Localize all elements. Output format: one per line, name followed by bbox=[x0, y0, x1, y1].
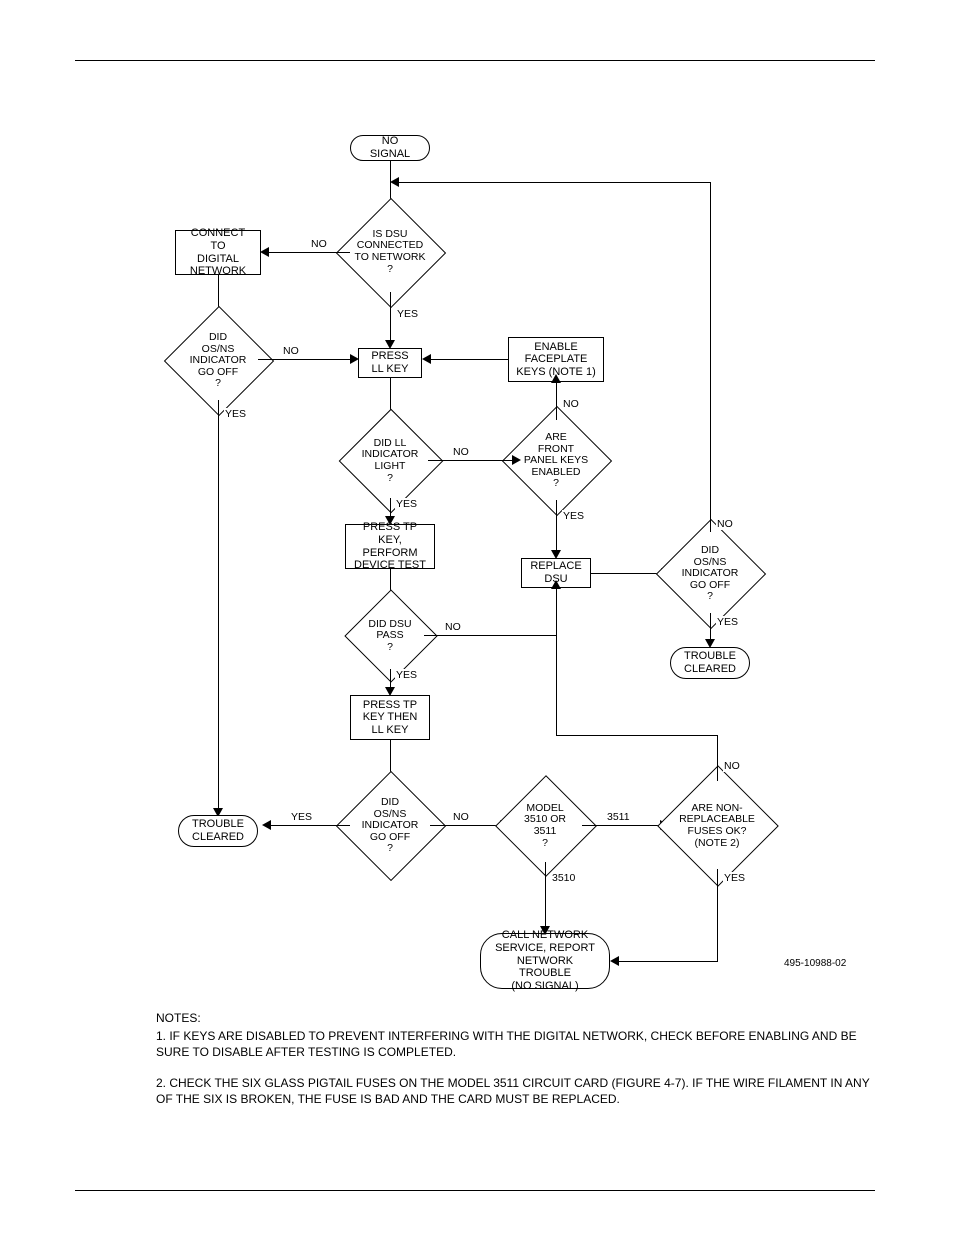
terminal-trouble-cleared-2: TROUBLE CLEARED bbox=[670, 647, 750, 679]
edge-no-lllight: NO bbox=[452, 446, 470, 458]
edge-yes-osns2: YES bbox=[716, 616, 739, 628]
note-2: 2. CHECK THE SIX GLASS PIGTAIL FUSES ON … bbox=[156, 1075, 876, 1107]
terminal-trouble-cleared-1: TROUBLE CLEARED bbox=[178, 815, 258, 847]
flowchart-page: NO SIGNAL IS DSU CONNECTED TO NETWORK ? … bbox=[0, 0, 954, 1235]
edge-no-osns1: NO bbox=[282, 345, 300, 357]
edge-yes-lllight: YES bbox=[395, 498, 418, 510]
edge-3511: 3511 bbox=[606, 811, 631, 823]
terminal-start: NO SIGNAL bbox=[350, 135, 430, 161]
edge-3510: 3510 bbox=[551, 872, 576, 884]
terminal-call-network: CALL NETWORK SERVICE, REPORT NETWORK TRO… bbox=[480, 933, 610, 989]
edge-yes-fuses: YES bbox=[723, 872, 746, 884]
edge-no-keysenab: NO bbox=[562, 398, 580, 410]
decision-keys-enabled-text: ARE FRONT PANEL KEYS ENABLED ? bbox=[506, 428, 606, 494]
decision-osns-2-text: DID OS/NS INDICATOR GO OFF ? bbox=[660, 541, 760, 607]
decision-dsu-pass-text: DID DSU PASS ? bbox=[348, 613, 432, 659]
process-tp-then-ll: PRESS TP KEY THEN LL KEY bbox=[350, 695, 430, 740]
decision-model-text: MODEL 3510 OR 3511 ? bbox=[498, 798, 592, 854]
process-connect-network: CONNECT TO DIGITAL NETWORK bbox=[175, 230, 261, 275]
process-press-ll: PRESS LL KEY bbox=[358, 348, 422, 378]
decision-fuses-text: ARE NON- REPLACEABLE FUSES OK? (NOTE 2) bbox=[659, 793, 775, 859]
decision-osns-3-text: DID OS/NS INDICATOR GO OFF ? bbox=[340, 793, 440, 859]
edge-yes-osns1: YES bbox=[224, 408, 247, 420]
edge-no-dsupass: NO bbox=[444, 621, 462, 633]
edge-yes-dsupass: YES bbox=[395, 669, 418, 681]
edge-no-fuses: NO bbox=[723, 760, 741, 772]
notes-heading: NOTES: bbox=[156, 1010, 876, 1026]
decision-osns-1-text: DID OS/NS INDICATOR GO OFF ? bbox=[168, 328, 268, 394]
top-rule bbox=[75, 60, 875, 61]
edge-no-osns3: NO bbox=[452, 811, 470, 823]
terminal-start-label: NO SIGNAL bbox=[361, 135, 419, 160]
note-1: 1. IF KEYS ARE DISABLED TO PREVENT INTER… bbox=[156, 1028, 876, 1060]
edge-no-1: NO bbox=[310, 238, 328, 250]
edge-yes-osns3: YES bbox=[290, 811, 313, 823]
edge-yes-keysenab: YES bbox=[562, 510, 585, 522]
edge-no-osns2: NO bbox=[716, 518, 734, 530]
bottom-rule bbox=[75, 1190, 875, 1191]
reference-number: 495-10988-02 bbox=[784, 958, 846, 969]
process-tp-device-test: PRESS TP KEY, PERFORM DEVICE TEST bbox=[345, 524, 435, 569]
notes-section: NOTES: 1. IF KEYS ARE DISABLED TO PREVEN… bbox=[156, 1010, 876, 1107]
decision-dsu-connected-text: IS DSU CONNECTED TO NETWORK ? bbox=[340, 222, 440, 282]
decision-ll-light-text: DID LL INDICATOR LIGHT ? bbox=[342, 432, 438, 490]
edge-yes-connected: YES bbox=[396, 308, 419, 320]
